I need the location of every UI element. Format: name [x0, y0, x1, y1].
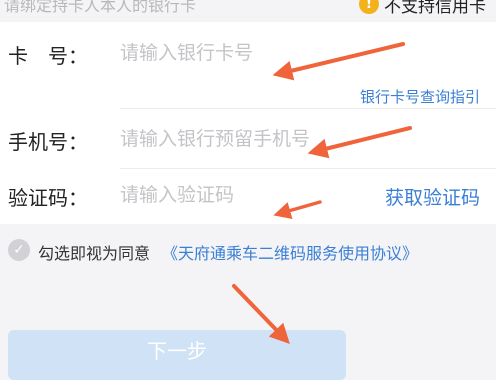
- phone-input[interactable]: [120, 123, 480, 155]
- verification-code-label: 验证码：: [8, 186, 88, 210]
- bind-card-hint: 请绑定持卡人本人的银行卡: [4, 0, 197, 15]
- top-info-bar: 请绑定持卡人本人的银行卡 ! 不支持信用卡: [0, 0, 496, 22]
- agreement-link[interactable]: 《天府通乘车二维码服务使用协议》: [162, 240, 418, 264]
- card-number-divider: [120, 108, 496, 109]
- no-credit-card-notice: 不支持信用卡: [384, 0, 486, 17]
- agreement-row: ✓ 勾选即视为同意 《天府通乘车二维码服务使用协议》: [0, 236, 496, 266]
- phone-divider: [120, 168, 496, 169]
- bank-card-form: 卡 号： 银行卡号查询指引 手机号： 验证码： 获取验证码: [0, 22, 496, 224]
- agreement-checkbox[interactable]: ✓: [8, 239, 30, 261]
- next-step-button[interactable]: 下一步: [8, 330, 346, 380]
- card-number-help-link[interactable]: 银行卡号查询指引: [360, 86, 480, 107]
- agreement-text: 勾选即视为同意: [38, 244, 151, 263]
- card-number-label: 卡 号：: [8, 44, 88, 68]
- verification-code-input[interactable]: [120, 179, 370, 211]
- card-number-input[interactable]: [120, 37, 480, 69]
- next-step-label: 下一步: [147, 338, 207, 363]
- warning-icon: !: [359, 0, 379, 14]
- phone-label: 手机号：: [8, 130, 88, 154]
- get-verification-code-button[interactable]: 获取验证码: [385, 183, 480, 210]
